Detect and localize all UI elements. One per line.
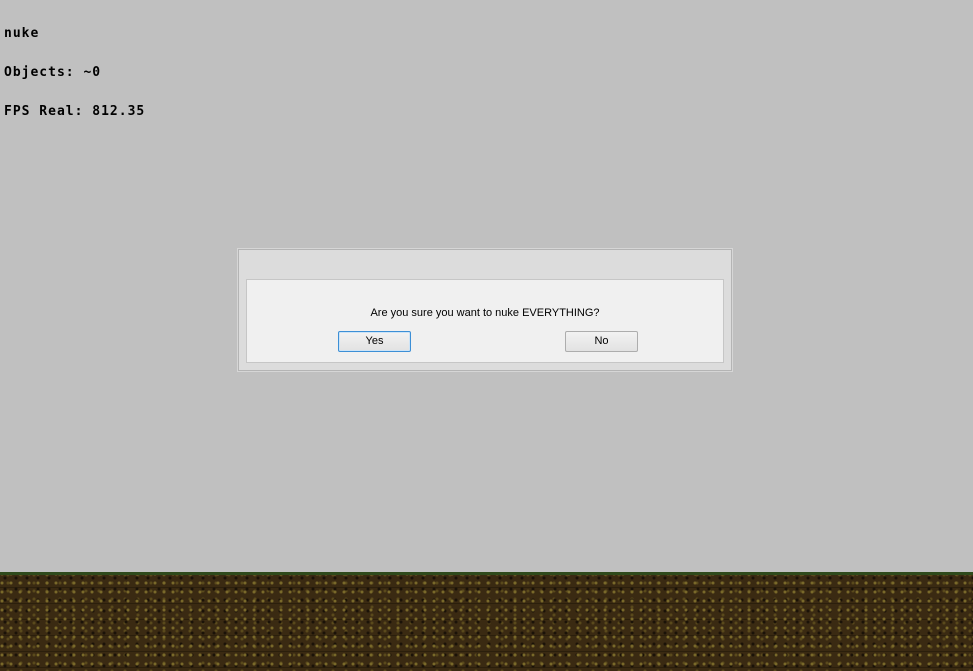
hud-object-count: Objects: ~0 [4,65,102,80]
confirm-dialog-body: Are you sure you want to nuke EVERYTHING… [246,279,724,363]
ground-terrain [0,572,973,671]
confirm-dialog: Are you sure you want to nuke EVERYTHING… [238,249,732,371]
grass-edge [0,572,973,575]
no-button[interactable]: No [565,331,638,352]
debug-hud: nuke Objects: ~0 FPS Real: 812.35 [4,1,145,131]
yes-button[interactable]: Yes [338,331,411,352]
hud-mode-label: nuke [4,26,40,41]
confirm-message: Are you sure you want to nuke EVERYTHING… [370,307,600,319]
hud-fps-readout: FPS Real: 812.35 [4,104,146,119]
